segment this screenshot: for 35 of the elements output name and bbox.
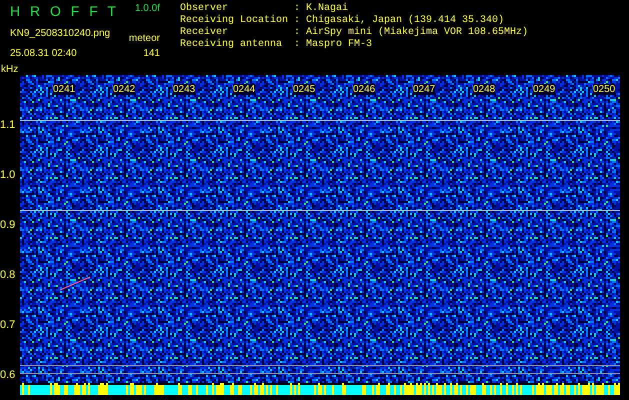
frequency-label: 1.1	[0, 119, 16, 131]
info-label: Observer	[180, 3, 230, 14]
time-label: 0248	[473, 84, 496, 95]
info-value: K.Nagai	[306, 3, 348, 14]
timestamp: 25.08.31 02:40	[10, 48, 77, 60]
app-title: H R O F F T	[10, 2, 119, 20]
info-label: Receiving Location	[180, 15, 290, 26]
unit-label: kHz	[0, 64, 18, 75]
info-label: Receiving antenna	[180, 39, 284, 51]
frequency-label: 0.8	[0, 269, 16, 281]
event-type: meteor	[128, 33, 160, 45]
time-label: 0243	[173, 84, 196, 95]
time-label: 0247	[413, 84, 436, 95]
time-label: 0242	[113, 84, 136, 95]
version-label: 1.0.0f	[134, 2, 160, 16]
info-value: AirSpy mini (Miakejima VOR 108.65MHz)	[306, 27, 528, 39]
info-value: Chigasaki, Japan (139.414 35.340)	[306, 15, 504, 26]
frequency-label: 0.9	[0, 219, 16, 231]
frequency-label: 0.6	[0, 369, 16, 381]
info-label: Receiver	[180, 27, 230, 38]
file-name: KN9_2508310240.png	[10, 28, 110, 40]
info-value: Maspro FM-3	[306, 39, 372, 51]
time-label: 0241	[53, 84, 76, 95]
info-separator: :	[294, 3, 302, 15]
time-label: 0244	[233, 84, 256, 95]
event-count: 141	[143, 48, 160, 60]
info-separator: :	[294, 27, 302, 39]
info-separator: :	[294, 15, 302, 27]
frequency-label: 0.7	[0, 319, 16, 331]
time-label: 0250	[593, 84, 616, 95]
time-label: 0246	[353, 84, 376, 95]
info-separator: :	[294, 39, 302, 51]
time-label: 0249	[533, 84, 556, 95]
time-label: 0245	[293, 84, 316, 95]
frequency-label: 1.0	[0, 169, 16, 181]
